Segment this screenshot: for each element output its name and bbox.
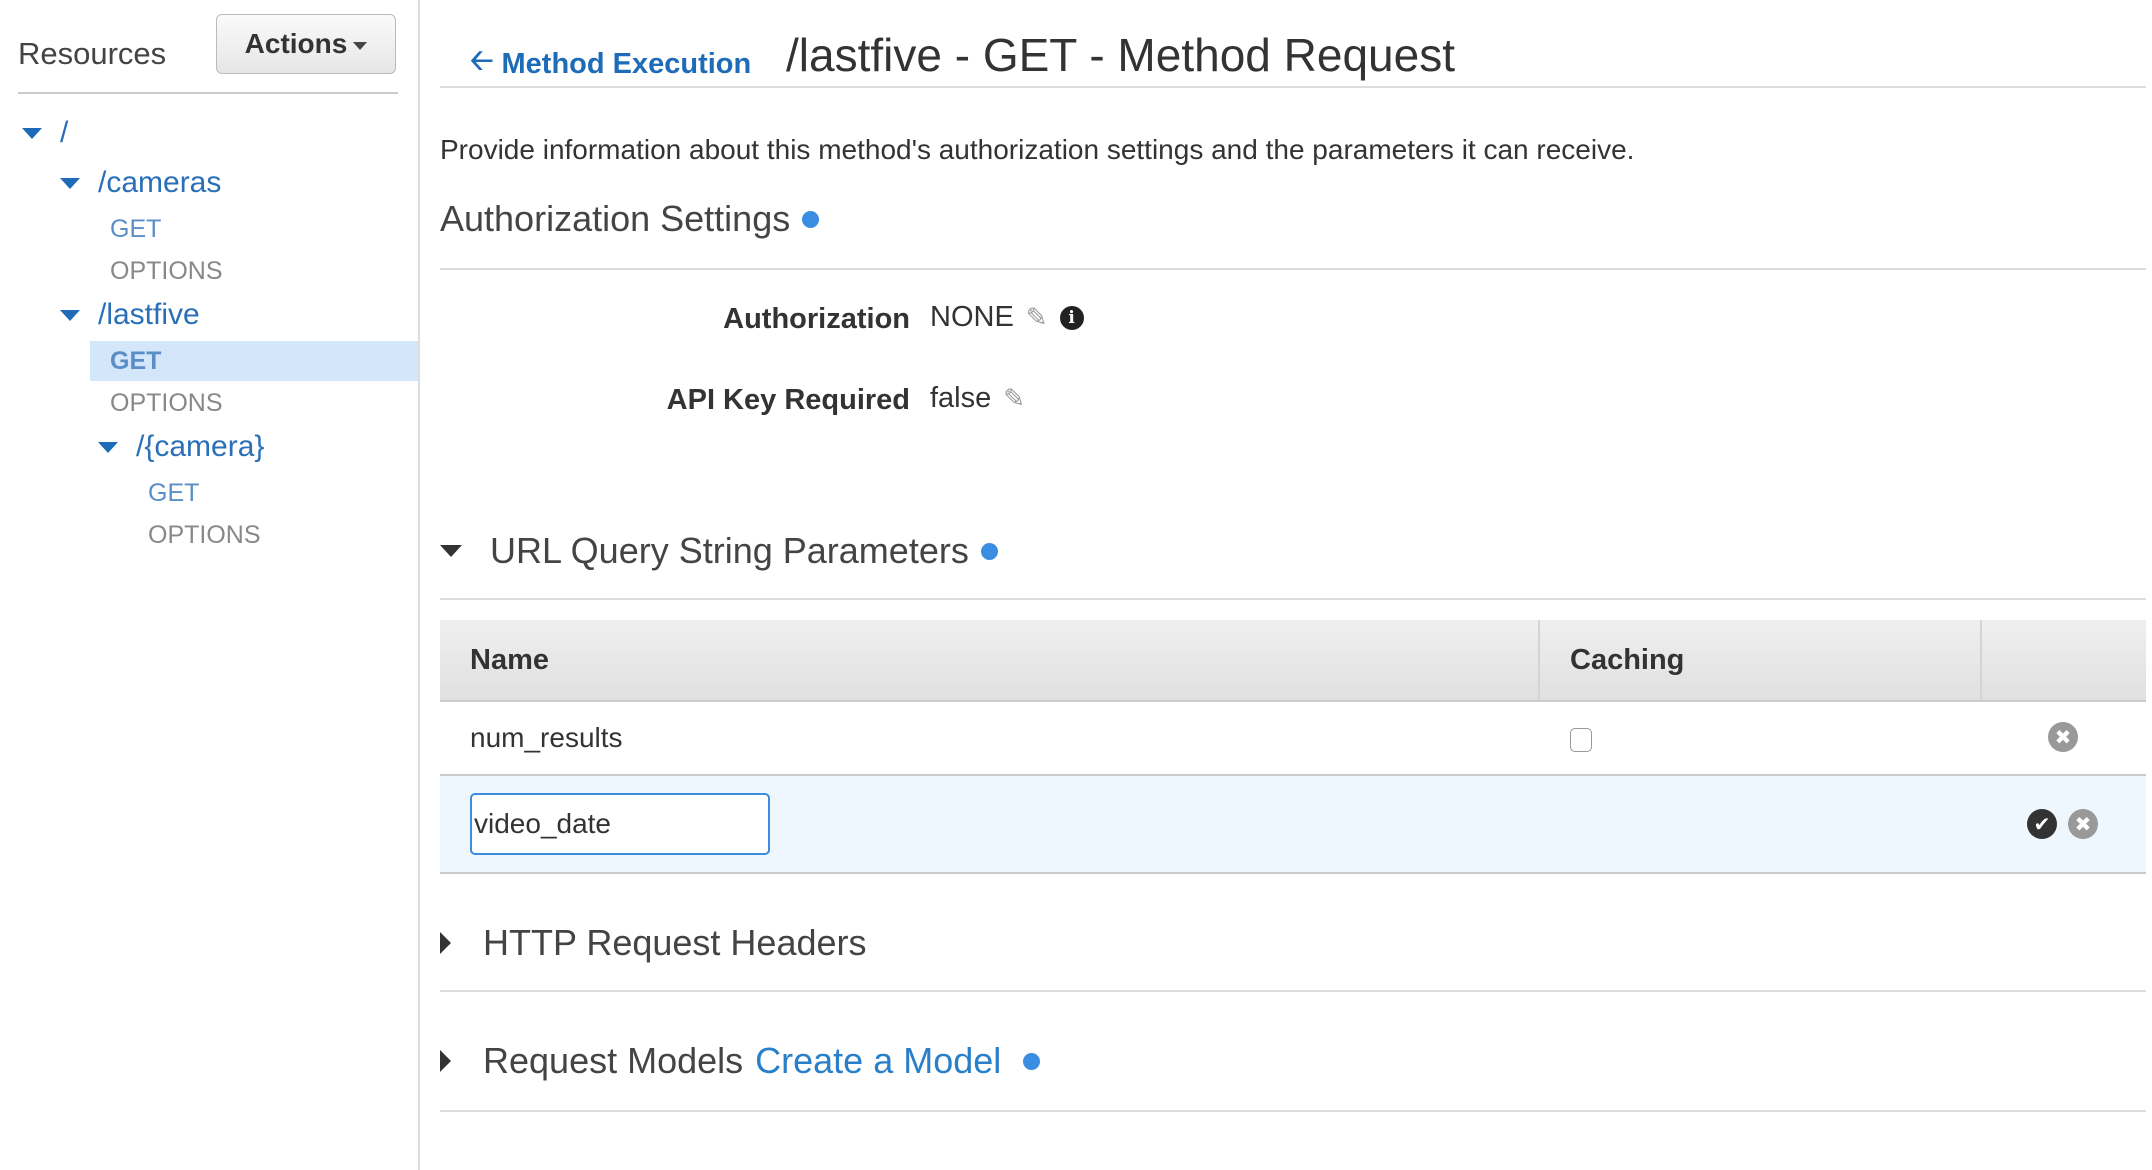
resources-sidebar: Resources Actions / /cameras GET OPTIONS… <box>0 0 420 1170</box>
api-key-value: false <box>930 382 992 414</box>
pencil-icon[interactable]: ✎ <box>1003 383 1025 414</box>
section-title: Authorization Settings <box>440 198 791 239</box>
divider <box>440 598 2146 600</box>
confirm-check-icon[interactable]: ✔ <box>2027 809 2057 839</box>
divider <box>440 990 2146 992</box>
method-cameras-options[interactable]: OPTIONS <box>110 257 223 286</box>
method-camera-get[interactable]: GET <box>148 479 199 508</box>
tree-node-label: /{camera} <box>136 430 265 463</box>
section-title: HTTP Request Headers <box>483 922 867 963</box>
info-dot-icon[interactable] <box>1023 1052 1041 1070</box>
method-execution-link[interactable]: 🡠 Method Execution <box>470 40 751 89</box>
divider <box>440 268 2146 270</box>
expand-triangle-icon[interactable] <box>440 1050 451 1072</box>
divider <box>440 1110 2146 1112</box>
column-header-caching: Caching <box>1570 643 1685 676</box>
section-title: URL Query String Parameters <box>490 530 969 571</box>
actions-label: Actions <box>244 28 348 59</box>
http-request-headers-heading[interactable]: HTTP Request Headers <box>440 922 867 964</box>
expand-triangle-icon[interactable] <box>60 177 80 189</box>
page-description: Provide information about this method's … <box>440 134 1635 165</box>
page-title: /lastfive - GET - Method Request <box>786 29 1455 81</box>
tree-node-label: /cameras <box>98 166 222 199</box>
caret-down-icon <box>353 42 368 50</box>
info-dot-icon[interactable] <box>802 210 820 228</box>
expand-triangle-icon[interactable] <box>22 127 42 139</box>
tree-node-label: /lastfive <box>98 298 200 331</box>
table-header: Name Caching <box>440 620 2146 702</box>
pencil-icon[interactable]: ✎ <box>1026 302 1048 333</box>
tree-node-label: / <box>60 116 69 149</box>
info-dot-icon[interactable] <box>980 542 998 560</box>
divider <box>440 86 2146 88</box>
divider <box>18 92 398 94</box>
column-header-name: Name <box>470 643 549 676</box>
actions-button[interactable]: Actions <box>216 14 396 74</box>
method-lastfive-options[interactable]: OPTIONS <box>110 389 223 418</box>
arrow-left-icon: 🡠 <box>470 45 494 77</box>
authorization-label: Authorization <box>723 303 910 335</box>
authorization-value: NONE <box>930 301 1014 333</box>
cancel-icon[interactable]: ✖ <box>2068 809 2098 839</box>
authorization-settings-heading: Authorization Settings <box>440 198 820 240</box>
table-row-editing: ✔ ✖ <box>440 776 2146 874</box>
tree-node-camera[interactable]: /{camera} <box>98 430 264 464</box>
info-icon[interactable]: i <box>1059 305 1084 330</box>
api-key-required-label: API Key Required <box>666 384 910 416</box>
column-separator <box>1980 620 1982 700</box>
request-models-heading[interactable]: Request Models Create a Model <box>440 1040 1041 1082</box>
tree-node-cameras[interactable]: /cameras <box>60 166 221 200</box>
table-row: num_results ✖ <box>440 702 2146 776</box>
method-cameras-get[interactable]: GET <box>110 215 161 244</box>
section-title: Request Models <box>483 1040 744 1081</box>
back-label: Method Execution <box>501 48 752 80</box>
api-key-value-group: false ✎ <box>930 382 1025 415</box>
param-name: num_results <box>470 722 623 753</box>
caching-checkbox[interactable] <box>1570 728 1592 752</box>
column-separator <box>1538 620 1540 700</box>
remove-icon[interactable]: ✖ <box>2048 722 2078 752</box>
tree-node-lastfive[interactable]: /lastfive <box>60 298 200 332</box>
param-name-input[interactable] <box>470 793 770 855</box>
collapse-triangle-icon[interactable] <box>440 545 462 557</box>
resources-title: Resources <box>18 36 167 71</box>
expand-triangle-icon[interactable] <box>440 932 451 954</box>
expand-triangle-icon[interactable] <box>60 309 80 321</box>
tree-node-root[interactable]: / <box>22 116 68 150</box>
method-lastfive-get[interactable]: GET <box>110 347 161 376</box>
authorization-value-group: NONE ✎ i <box>930 301 1084 334</box>
expand-triangle-icon[interactable] <box>98 441 118 453</box>
query-params-heading[interactable]: URL Query String Parameters <box>440 530 998 572</box>
create-model-link[interactable]: Create a Model <box>755 1040 1001 1082</box>
method-camera-options[interactable]: OPTIONS <box>148 521 261 550</box>
